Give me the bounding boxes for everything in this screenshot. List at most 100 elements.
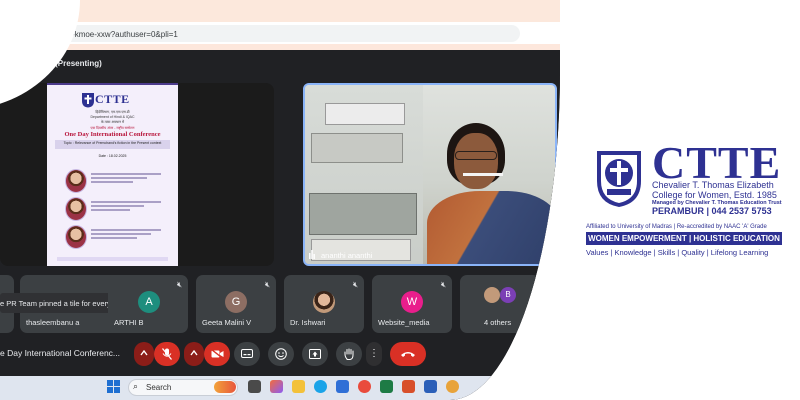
brand-line-2: College for Women, Estd. 1985 xyxy=(652,190,777,200)
brand-affiliation: Affiliated to University of Madras | Re-… xyxy=(586,224,767,230)
lab-device xyxy=(309,193,417,235)
brand-tagline: WOMEN EMPOWERMENT | HOLISTIC EDUCATION xyxy=(588,234,780,243)
info-icon xyxy=(511,348,523,360)
avatar: B xyxy=(500,287,516,303)
speaker-photo xyxy=(65,197,87,221)
brand-line-1: Chevalier T. Thomas Elizabeth xyxy=(652,180,774,190)
store-icon[interactable] xyxy=(336,380,349,393)
poster-top-stripe xyxy=(47,83,178,85)
poster-speaker-2 xyxy=(65,195,165,223)
lab-device xyxy=(311,133,403,163)
poster-logo-text: CTTE xyxy=(95,92,130,106)
copilot-icon[interactable] xyxy=(270,380,283,393)
excel-icon[interactable] xyxy=(380,380,393,393)
avatar: W xyxy=(401,291,423,313)
end-call-icon xyxy=(401,352,415,357)
chevron-up-icon xyxy=(140,349,148,356)
toast-text: e PR Team pinned a tile for everyone. xyxy=(0,299,126,308)
avatar: G xyxy=(225,291,247,313)
emoji-icon xyxy=(275,348,287,360)
hand-icon xyxy=(344,348,353,360)
camera-tile-name: ananthi ananthi xyxy=(321,251,373,260)
poster-line-3: के तत्वा अवधान में xyxy=(100,120,125,124)
search-icon: ⌕ xyxy=(133,381,139,391)
people-count: 12 xyxy=(540,343,547,349)
task-view-icon[interactable] xyxy=(248,380,261,393)
mic-off-icon: 🔇︎ xyxy=(264,280,270,289)
poster-topic: Topic : Relevance of Premchand's fiction… xyxy=(55,140,170,149)
camera-tile[interactable]: ananthi ananthi xyxy=(303,83,557,266)
mic-toggle-button[interactable] xyxy=(154,342,180,366)
participant-tile[interactable]: 🔇︎ G Geeta Malini V xyxy=(196,275,276,333)
conference-poster: CTTE हिंदीविभाग, एम.एस.एस.डी Department … xyxy=(47,83,178,266)
speaker-details xyxy=(91,201,161,213)
avatar: A xyxy=(138,291,160,313)
mic-options-button[interactable] xyxy=(134,342,154,366)
brand-location: PERAMBUR | 044 2537 5753 xyxy=(652,206,772,216)
windows-start-icon[interactable] xyxy=(107,380,121,394)
camera-options-button[interactable] xyxy=(184,342,204,366)
taskbar-search-text: Search xyxy=(146,383,172,392)
present-button[interactable] xyxy=(302,342,328,366)
camera-toggle-button[interactable] xyxy=(204,342,230,366)
avatar xyxy=(484,287,500,303)
tab-strip: × + xyxy=(0,0,560,22)
participant-tile-partial[interactable] xyxy=(546,275,560,333)
participant-video xyxy=(427,123,555,264)
chevron-up-icon xyxy=(190,349,198,356)
speaker-details xyxy=(91,173,161,185)
edge-icon[interactable] xyxy=(314,380,327,393)
more-options-button[interactable]: ⋮ xyxy=(366,342,382,366)
new-tab-button[interactable]: + xyxy=(71,3,79,18)
avatar xyxy=(313,291,335,313)
participant-name: thasleembanu a xyxy=(26,318,80,327)
meet-screenshot: × + google.com/xxh-kmoe-xxw?authuser=0&p… xyxy=(0,0,560,400)
speaker-photo xyxy=(65,225,87,249)
browser-tab[interactable]: × xyxy=(0,0,62,22)
participant-tile[interactable]: 🔇︎ W Website_media xyxy=(372,275,452,333)
college-crest-icon xyxy=(597,151,641,207)
url-field[interactable]: google.com/xxh-kmoe-xxw?authuser=0&pli=1 xyxy=(0,25,520,42)
powerpoint-icon[interactable] xyxy=(402,380,415,393)
mic-off-icon: 🔇︎ xyxy=(352,280,358,289)
chrome-icon[interactable] xyxy=(358,380,371,393)
participant-name: 4 others xyxy=(484,318,512,327)
participant-name: ARTHI B xyxy=(114,318,144,327)
address-bar: google.com/xxh-kmoe-xxw?authuser=0&pli=1 xyxy=(0,22,560,44)
present-icon xyxy=(309,349,321,359)
lab-background xyxy=(305,85,423,264)
camera-off-icon xyxy=(210,348,223,360)
captions-button[interactable] xyxy=(234,342,260,366)
crest-icon xyxy=(82,93,94,108)
close-tab-icon[interactable]: × xyxy=(52,4,58,16)
speaker-details xyxy=(91,229,161,241)
word-icon[interactable] xyxy=(424,380,437,393)
poster-line-2: Department of Hindi & IQAC xyxy=(90,115,135,119)
poster-speaker-3 xyxy=(65,223,165,251)
lab-device xyxy=(325,103,405,125)
poster-date: Date : 18.02.2025 xyxy=(98,154,127,158)
url-text: google.com/xxh-kmoe-xxw?authuser=0&pli=1 xyxy=(16,30,178,39)
page: × + google.com/xxh-kmoe-xxw?authuser=0&p… xyxy=(0,0,800,400)
emoji-button[interactable] xyxy=(268,342,294,366)
brand-values: Values | Knowledge | Skills | Quality | … xyxy=(586,248,769,257)
captions-icon xyxy=(241,349,253,358)
raise-hand-button[interactable] xyxy=(336,342,362,366)
end-call-button[interactable] xyxy=(390,342,426,366)
poster-conf-title: One Day International Conference xyxy=(64,131,161,138)
mic-off-icon: 🔇︎ xyxy=(176,280,182,289)
poster-college-logo: CTTE xyxy=(81,92,143,108)
poster-speaker-1 xyxy=(65,167,165,195)
participant-tile[interactable]: 🔇︎ Dr. Ishwari xyxy=(284,275,364,333)
presenting-label: ebsite_ media (Presenting) xyxy=(0,59,102,68)
app-icon[interactable] xyxy=(446,380,459,393)
audio-level-icon xyxy=(309,250,315,259)
people-button[interactable]: 12 xyxy=(532,342,552,366)
search-highlight-icon xyxy=(214,381,236,393)
others-tile[interactable]: B 4 others xyxy=(460,275,540,333)
file-explorer-icon[interactable] xyxy=(292,380,305,393)
participant-tile[interactable]: 🔇︎ A ARTHI B xyxy=(108,275,188,333)
meeting-info-button[interactable] xyxy=(508,342,526,366)
speaker-photo xyxy=(65,169,87,193)
mic-off-icon: 🔇︎ xyxy=(440,280,446,289)
